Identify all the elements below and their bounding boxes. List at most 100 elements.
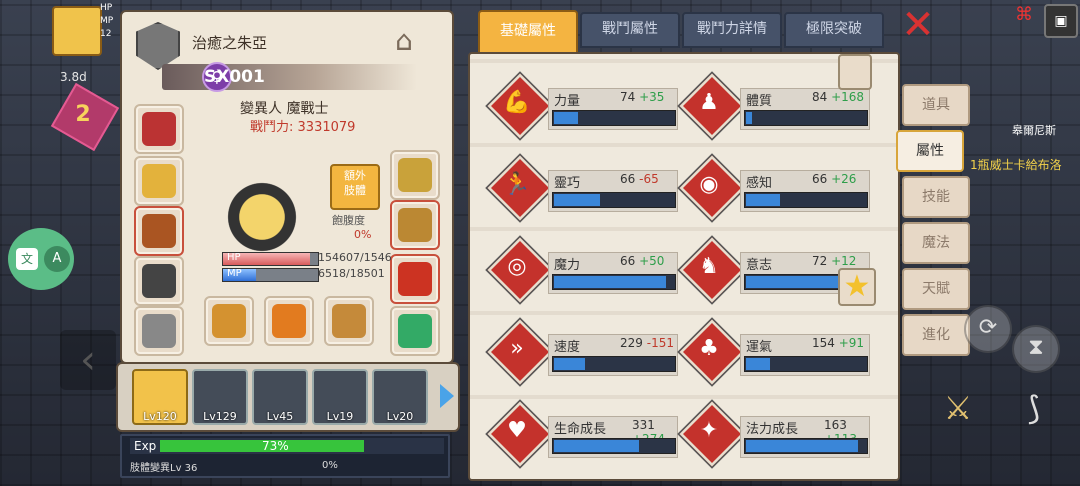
- back-item-icon: [398, 158, 432, 192]
- equip-slot-amulet[interactable]: [134, 156, 184, 206]
- equip-slot-bow[interactable]: [324, 296, 374, 346]
- helmet-icon: [142, 112, 176, 146]
- mp-value: 6518/18501: [318, 267, 385, 280]
- party-member-slot[interactable]: Lv120: [132, 369, 188, 425]
- stat-bonus: +50: [639, 254, 665, 268]
- stat-row[interactable]: » 速度 229 -151: [487, 319, 682, 385]
- stat-base: 66: [812, 172, 828, 186]
- stat-bonus: +26: [831, 172, 857, 186]
- hp-bar: HP: [222, 252, 319, 266]
- wardrobe-hanger-icon[interactable]: ⌂: [384, 24, 424, 60]
- eye-icon: ◉: [699, 172, 719, 197]
- running-icon: 🏃: [503, 172, 531, 197]
- speed-icon: »: [510, 336, 524, 361]
- equip-slot-pet[interactable]: [264, 296, 314, 346]
- mana-growth-icon: ✦: [699, 418, 719, 443]
- equip-slot-gem[interactable]: [390, 306, 440, 356]
- stat-name: 運氣: [746, 340, 773, 355]
- hourglass-icon[interactable]: ⧗: [1012, 325, 1060, 373]
- equip-slot-ring[interactable]: [134, 306, 184, 356]
- party-next-arrow-icon[interactable]: [440, 384, 454, 408]
- network-icon[interactable]: ⌘: [1008, 4, 1040, 34]
- rotate-icon[interactable]: ⟳: [964, 305, 1012, 353]
- stat-value: 229 -151: [620, 336, 674, 350]
- hud-stats: HP MP 12: [100, 3, 114, 39]
- equip-slot-back[interactable]: [390, 150, 440, 200]
- stat-value: 66 +50: [620, 254, 664, 268]
- crop-icon[interactable]: ▣: [1044, 4, 1078, 38]
- close-icon[interactable]: ✕: [900, 5, 936, 45]
- party-member-level: Lv19: [326, 410, 354, 423]
- stat-name: 法力成長: [746, 422, 799, 437]
- translate-en-icon: A: [44, 246, 70, 272]
- party-member-level: Lv120: [143, 410, 177, 423]
- party-member-slot[interactable]: Lv20: [372, 369, 428, 425]
- stat-name: 生命成長: [554, 422, 607, 437]
- star-icon[interactable]: ★: [838, 268, 876, 306]
- extra-limb-button[interactable]: 額外 肢體: [330, 164, 380, 210]
- player-avatar[interactable]: [52, 6, 102, 56]
- character-class: 變異人 魔戰士: [240, 101, 329, 117]
- side-menu-item[interactable]: 技能: [902, 176, 970, 218]
- side-menu-item[interactable]: 天賦: [902, 268, 970, 310]
- stat-bar-fill: [746, 194, 781, 206]
- side-menu-item[interactable]: 魔法: [902, 222, 970, 264]
- side-menu-item[interactable]: 屬性: [896, 130, 964, 172]
- tab-3[interactable]: 極限突破: [784, 12, 884, 48]
- staff-icon: [212, 304, 246, 338]
- stat-bar: [552, 110, 676, 126]
- stat-bar-fill: [554, 276, 667, 288]
- satiety-value: 0%: [354, 228, 372, 241]
- equip-slot-armor[interactable]: [134, 256, 184, 306]
- stat-bar: [552, 274, 676, 290]
- equip-slot-chest[interactable]: [134, 206, 184, 256]
- stat-name: 意志: [746, 258, 773, 273]
- equip-slot-weapon[interactable]: [204, 296, 254, 346]
- side-menu-item[interactable]: 進化: [902, 314, 970, 356]
- stat-name: 力量: [554, 94, 581, 109]
- stat-tabs: 基礎屬性 戰鬥屬性 戰鬥力詳情 極限突破: [478, 10, 888, 54]
- stat-row[interactable]: 💪 力量 74 +35: [487, 73, 682, 139]
- side-menu-item[interactable]: 道具: [902, 84, 970, 126]
- party-strip: Lv120 Lv129 Lv45 Lv19 Lv20: [116, 362, 460, 432]
- limb-mutation-label: 肢體變異Lv 36: [130, 463, 198, 474]
- stat-bar-fill: [554, 440, 640, 452]
- tab-2[interactable]: 戰鬥力詳情: [682, 12, 782, 48]
- party-member-slot[interactable]: Lv19: [312, 369, 368, 425]
- id-bar: [162, 64, 417, 90]
- stat-name: 速度: [554, 340, 581, 355]
- potion-icon[interactable]: [838, 54, 872, 90]
- stat-row[interactable]: ◉ 感知 66 +26: [679, 155, 874, 221]
- mp-bar: MP: [222, 268, 319, 282]
- satiety-label: 飽腹度: [332, 214, 365, 227]
- equip-slot-boots[interactable]: [390, 254, 440, 304]
- stat-base: 163: [824, 418, 847, 432]
- tab-1[interactable]: 戰鬥屬性: [580, 12, 680, 48]
- stat-base: 84: [812, 90, 828, 104]
- bow-attack-icon[interactable]: ⟆: [1012, 386, 1056, 430]
- stat-row[interactable]: 🏃 靈巧 66 -65: [487, 155, 682, 221]
- equip-slot-waist[interactable]: [390, 200, 440, 250]
- ring-icon: [142, 314, 176, 348]
- tab-0[interactable]: 基礎屬性: [478, 10, 578, 54]
- stat-bar: [744, 356, 868, 372]
- stat-value: 74 +35: [620, 90, 664, 104]
- stat-name: 靈巧: [554, 176, 581, 191]
- body-icon: ♟: [699, 90, 719, 115]
- quest-tracker[interactable]: 1瓶威士卡給布洛: [970, 156, 1062, 173]
- mp-label: MP: [227, 268, 242, 279]
- spiral-icon: ◎: [507, 254, 527, 279]
- party-member-slot[interactable]: Lv129: [192, 369, 248, 425]
- stat-row[interactable]: ◎ 魔力 66 +50: [487, 237, 682, 303]
- stat-row[interactable]: ♥生命成長331 +274: [487, 401, 682, 467]
- equip-slot-head[interactable]: [134, 104, 184, 154]
- stat-row[interactable]: ♣ 運氣 154 +91: [679, 319, 874, 385]
- party-member-slot[interactable]: Lv45: [252, 369, 308, 425]
- stat-bar-fill: [554, 112, 579, 124]
- translate-button[interactable]: 文 A: [8, 228, 74, 290]
- chest-armor-icon: [142, 214, 176, 248]
- left-arrow-icon[interactable]: ‹: [60, 330, 116, 390]
- stat-bar: [552, 438, 676, 454]
- stat-row[interactable]: ✦法力成長163 +113: [679, 401, 874, 467]
- sword-icon[interactable]: ⚔: [936, 386, 980, 430]
